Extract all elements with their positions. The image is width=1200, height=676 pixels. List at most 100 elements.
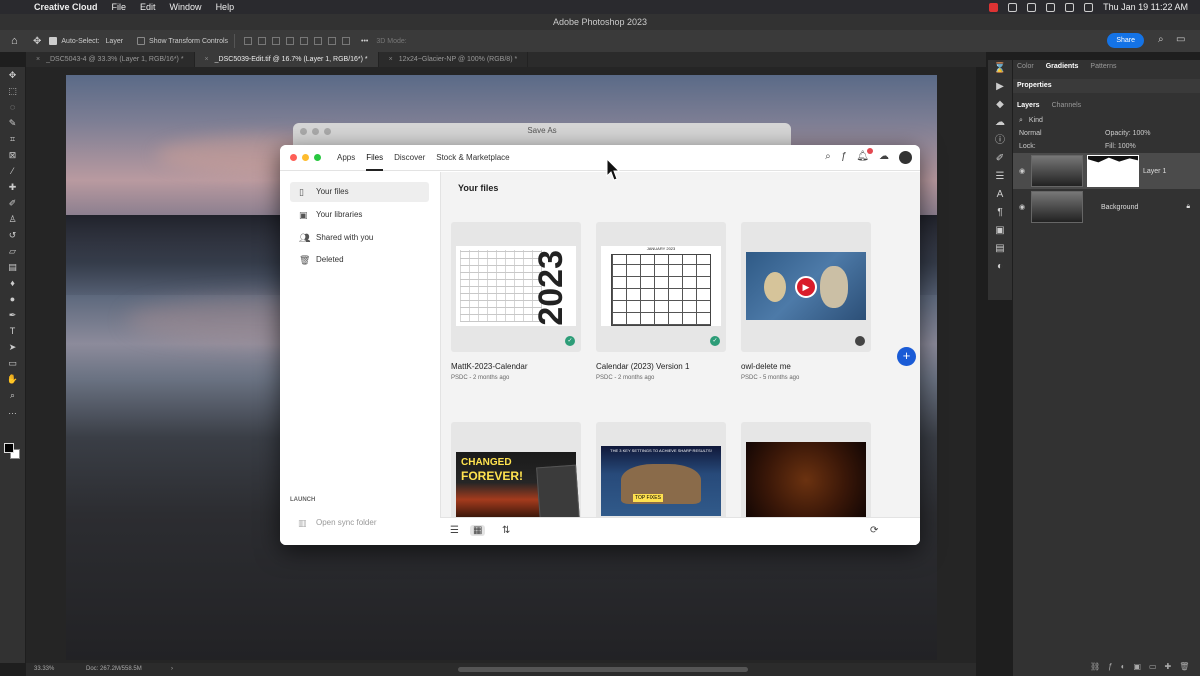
visibility-eye-icon[interactable]: ◉ [1019, 167, 1027, 175]
more-tools-icon[interactable]: … [0, 403, 25, 419]
layers-panel-footer-icons[interactable]: ⛓ƒ◐▣▭✚🗑︎ [1090, 662, 1197, 671]
close-window-button[interactable] [300, 128, 307, 135]
actions-icon[interactable]: ▶ [988, 78, 1012, 96]
brush-tool-icon[interactable]: ✐ [0, 195, 25, 211]
healing-tool-icon[interactable]: ✚ [0, 179, 25, 195]
move-tool-icon[interactable]: ✥ [0, 67, 25, 83]
zoom-tool-icon[interactable]: ⌕ [0, 387, 25, 403]
gradient-tool-icon[interactable]: ▤ [0, 259, 25, 275]
blur-tool-icon[interactable]: ♦ [0, 275, 25, 291]
sort-icon[interactable]: ⇅ [502, 525, 510, 536]
lasso-tool-icon[interactable]: ◌ [0, 99, 25, 115]
menu-app-name[interactable]: Creative Cloud [34, 2, 98, 12]
clock[interactable]: Thu Jan 19 11:22 AM [1103, 2, 1188, 12]
status-menu-arrow[interactable]: › [171, 663, 173, 676]
home-icon[interactable]: ⌂ [11, 35, 23, 47]
auto-select-checkbox[interactable] [49, 37, 58, 45]
file-card-calendar[interactable]: 2023 ✓ [451, 222, 581, 352]
app-status-icon[interactable] [989, 2, 999, 12]
file-name[interactable]: MattK-2023-Calendar [451, 362, 527, 371]
menu-file[interactable]: File [112, 2, 127, 12]
tab-gradients[interactable]: Gradients [1046, 60, 1079, 73]
tab-patterns[interactable]: Patterns [1090, 60, 1116, 73]
quick-select-tool-icon[interactable]: ✎ [0, 115, 25, 131]
fonts-icon[interactable]: ƒ [841, 151, 847, 164]
align-center-icon[interactable] [258, 37, 267, 45]
distribute-vertical-icon[interactable] [342, 37, 351, 45]
opacity-field[interactable]: Opacity: 100% [1105, 127, 1151, 140]
file-name[interactable]: owl-delete me [741, 362, 791, 371]
grid-view-icon[interactable]: ▦ [470, 525, 486, 536]
foreground-color-swatch[interactable] [4, 443, 14, 453]
sidebar-item-shared-with-you[interactable]: 👥︎ Shared with you [290, 228, 429, 248]
menu-window[interactable]: Window [170, 2, 202, 12]
align-middle-icon[interactable] [300, 37, 309, 45]
path-select-tool-icon[interactable]: ➤ [0, 339, 25, 355]
info-icon[interactable]: ⓘ [988, 132, 1012, 150]
fill-field[interactable]: Fill: 100% [1105, 140, 1136, 153]
workspace-icon[interactable]: ▭ [1176, 35, 1186, 45]
layer-row[interactable]: ◉ Layer 1 [1013, 153, 1200, 189]
history-icon[interactable]: ⌛ [988, 60, 1012, 78]
file-card-calendar-v1[interactable]: JANUARY 2023 ✓ [596, 222, 726, 352]
align-top-icon[interactable] [286, 37, 295, 45]
tab-layers[interactable]: Layers [1017, 99, 1040, 112]
align-bottom-icon[interactable] [314, 37, 323, 45]
visibility-eye-icon[interactable]: ◉ [1019, 203, 1027, 211]
crop-tool-icon[interactable]: ⌗ [0, 131, 25, 147]
blend-mode-select[interactable]: Normal [1019, 127, 1099, 140]
tab-channels[interactable]: Channels [1052, 99, 1082, 112]
minimize-window-button[interactable] [302, 154, 309, 161]
notes-icon[interactable]: ▤ [988, 240, 1012, 258]
history-brush-icon[interactable]: ↺ [0, 227, 25, 243]
close-window-button[interactable] [290, 154, 297, 161]
search-icon[interactable]: ⌕ [825, 151, 831, 164]
hand-tool-icon[interactable]: ✋ [0, 371, 25, 387]
type-tool-icon[interactable]: T [0, 323, 25, 339]
brushes-icon[interactable]: ✐ [988, 150, 1012, 168]
wifi-icon[interactable] [1046, 2, 1056, 12]
layer-mask-thumbnail[interactable] [1087, 155, 1139, 187]
nav-apps[interactable]: Apps [337, 145, 355, 171]
cloud-status-icon[interactable]: ☁ [879, 151, 889, 164]
close-icon[interactable]: × [36, 56, 40, 63]
close-icon[interactable]: × [205, 56, 209, 63]
align-right-icon[interactable] [272, 37, 281, 45]
add-button[interactable]: + [897, 347, 916, 366]
paragraph-icon[interactable]: ¶ [988, 204, 1012, 222]
nav-stock-marketplace[interactable]: Stock & Marketplace [436, 145, 509, 171]
layer-name[interactable]: Layer 1 [1143, 168, 1166, 175]
nav-files[interactable]: Files [366, 145, 384, 171]
stamp-tool-icon[interactable]: ♙ [0, 211, 25, 227]
share-button[interactable]: Share [1107, 33, 1144, 48]
battery-icon[interactable] [1027, 2, 1037, 12]
menu-edit[interactable]: Edit [140, 2, 156, 12]
notifications-bell-icon[interactable]: 🔔︎ [856, 148, 873, 164]
zoom-window-button[interactable] [314, 154, 321, 161]
eraser-tool-icon[interactable]: ▱ [0, 243, 25, 259]
transform-controls-checkbox[interactable] [137, 37, 146, 45]
more-options-icon[interactable]: ••• [361, 38, 368, 45]
frame-tool-icon[interactable]: ⊠ [0, 147, 25, 163]
libraries-icon[interactable]: ☁ [988, 114, 1012, 132]
control-center-icon[interactable] [1084, 2, 1094, 12]
marquee-tool-icon[interactable]: ⬚ [0, 83, 25, 99]
glyphs-icon[interactable]: ▣ [988, 222, 1012, 240]
file-name[interactable]: Calendar (2023) Version 1 [596, 362, 689, 371]
menu-help[interactable]: Help [216, 2, 235, 12]
layer-name[interactable]: Background [1101, 204, 1138, 211]
zoom-level[interactable]: 33.33% [34, 663, 54, 676]
avatar[interactable] [899, 151, 912, 164]
nav-discover[interactable]: Discover [394, 145, 425, 171]
search-icon[interactable]: ⌕ [1158, 35, 1168, 45]
doc-tab-active[interactable]: × _DSC5039-Edit.tif @ 16.7% (Layer 1, RGB… [194, 52, 379, 67]
horizontal-scrollbar[interactable] [458, 667, 748, 672]
distribute-icon[interactable] [328, 37, 337, 45]
learn-icon[interactable]: ◆ [988, 96, 1012, 114]
auto-select-target[interactable]: Layer [106, 38, 124, 45]
color-wheel-icon[interactable]: ◐ [988, 258, 1012, 276]
properties-panel-header[interactable]: Properties [1013, 79, 1200, 93]
creative-cloud-icon[interactable] [1008, 2, 1018, 12]
play-icon[interactable]: ▶ [795, 276, 817, 298]
file-card-owl[interactable]: ▶ [741, 222, 871, 352]
